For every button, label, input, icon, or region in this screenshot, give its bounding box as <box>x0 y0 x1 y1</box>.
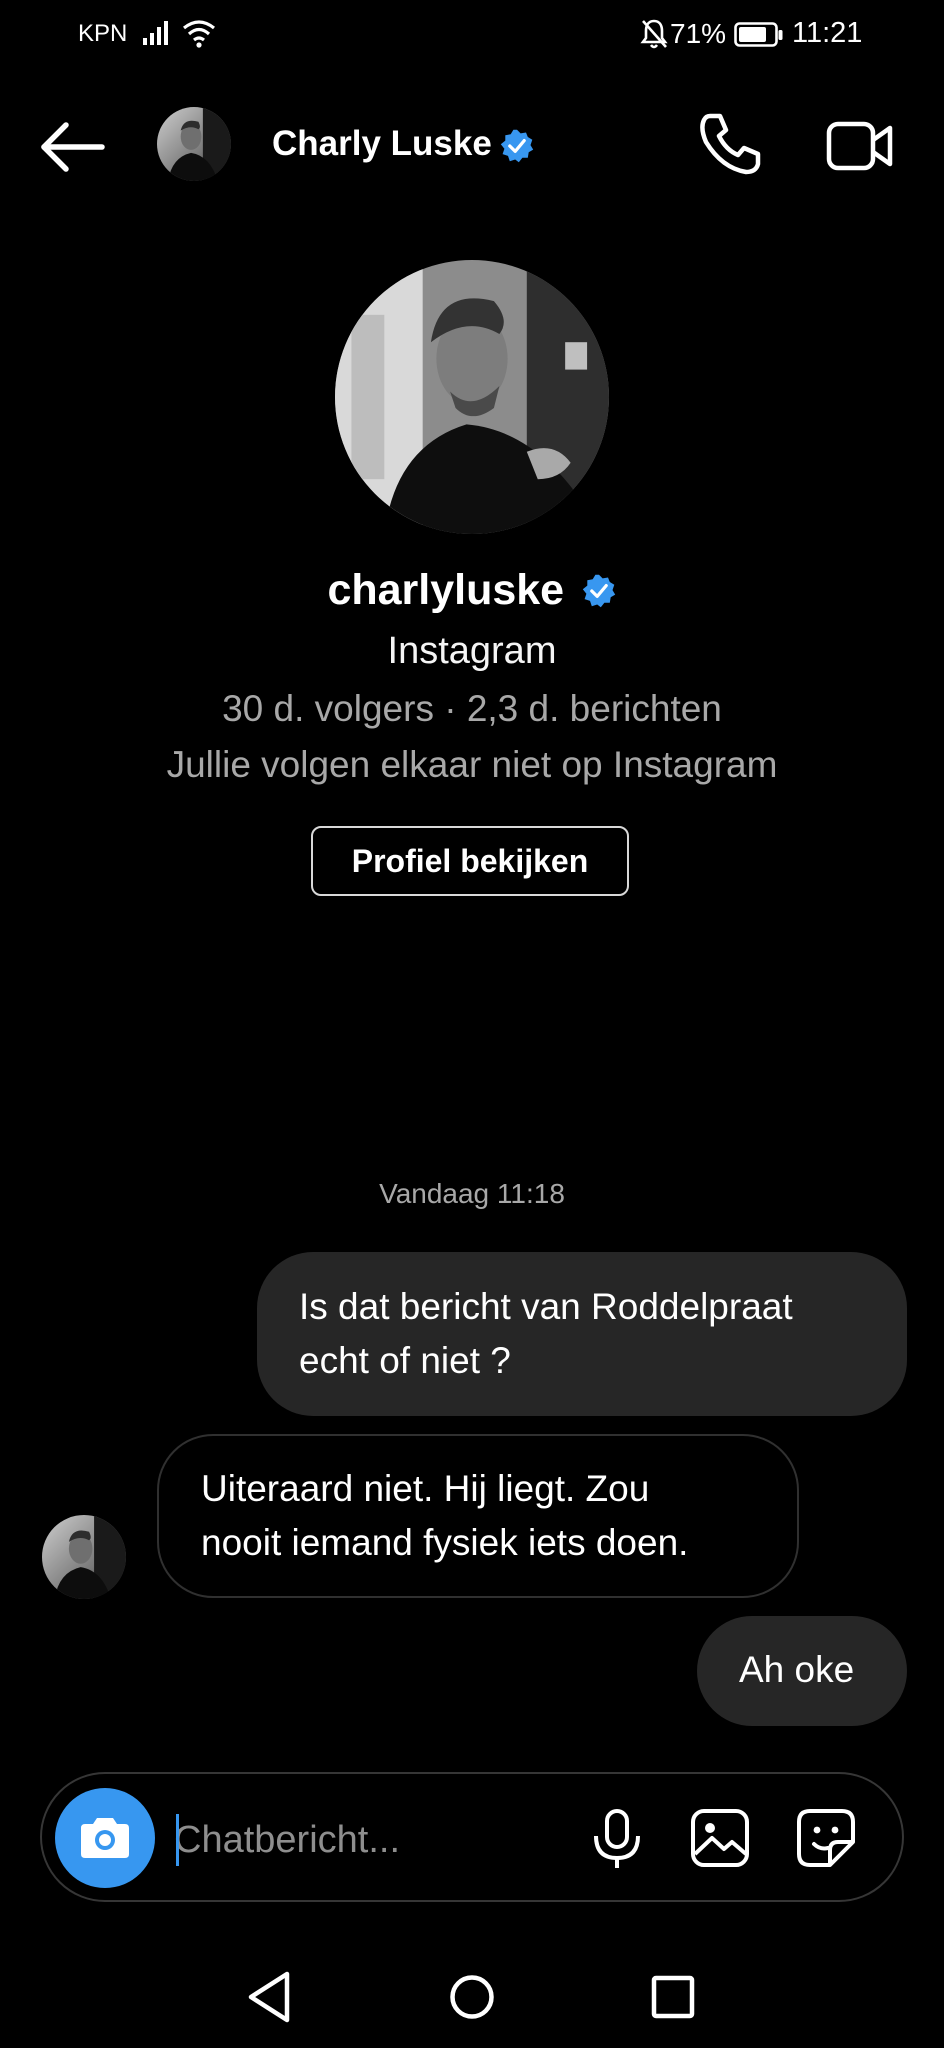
message-timestamp: Vandaag 11:18 <box>379 1178 565 1209</box>
avatar-photo <box>42 1515 126 1599</box>
sender-avatar[interactable] <box>42 1515 126 1599</box>
contact-name[interactable]: Charly Luske <box>272 124 492 164</box>
gallery-button[interactable] <box>690 1808 750 1868</box>
nav-home-icon[interactable] <box>449 1974 495 2020</box>
video-camera-icon <box>826 121 893 171</box>
mute-icon <box>640 19 668 49</box>
message-line: Uiteraard niet. Hij liegt. Zou <box>201 1468 650 1509</box>
profile-stats: 30 d. volgers · 2,3 d. berichten <box>222 688 722 729</box>
profile-username-row: charlyluske <box>0 566 944 615</box>
microphone-icon <box>594 1809 640 1868</box>
sticker-icon <box>797 1809 855 1867</box>
call-button[interactable] <box>696 110 764 178</box>
back-button[interactable] <box>36 116 114 178</box>
received-message-bubble[interactable]: Uiteraard niet. Hij liegt. Zou nooit iem… <box>157 1434 799 1598</box>
message-line: Is dat bericht van Roddelpraat <box>299 1286 793 1327</box>
voice-message-button[interactable] <box>588 1808 646 1870</box>
profile-platform: Instagram <box>387 630 557 672</box>
chat-message-input[interactable] <box>174 1810 574 1870</box>
header-avatar[interactable] <box>157 107 231 181</box>
status-bar: KPN 71% 11:21 <box>0 0 944 72</box>
signal-icon <box>143 21 168 45</box>
message-line: Ah oke <box>739 1649 855 1690</box>
avatar-photo <box>157 107 231 181</box>
phone-icon <box>700 113 761 175</box>
sent-message-bubble[interactable]: Ah oke <box>697 1616 907 1726</box>
wifi-icon <box>183 20 215 48</box>
text-cursor <box>176 1814 179 1866</box>
message-line: nooit iemand fysiek iets doen. <box>201 1522 689 1563</box>
profile-avatar[interactable] <box>335 260 609 534</box>
profile-username: charlyluske <box>327 566 565 614</box>
view-profile-button[interactable]: Profiel bekijken <box>311 826 629 896</box>
camera-icon <box>81 1818 129 1858</box>
profile-photo <box>335 260 609 534</box>
battery-percent: 71% <box>670 18 727 49</box>
camera-button[interactable] <box>55 1788 155 1888</box>
battery-icon <box>734 22 783 47</box>
nav-back-icon[interactable] <box>245 1970 295 2024</box>
gallery-icon <box>691 1809 749 1867</box>
follow-status-note: Jullie volgen elkaar niet op Instagram <box>166 744 778 785</box>
status-time: 11:21 <box>792 17 863 49</box>
nav-recent-icon[interactable] <box>651 1975 695 2019</box>
verified-badge-icon <box>582 574 615 607</box>
sticker-button[interactable] <box>796 1808 856 1868</box>
carrier-label: KPN <box>78 20 128 47</box>
message-line: echt of niet ? <box>299 1340 511 1381</box>
back-arrow-icon <box>41 122 105 172</box>
video-call-button[interactable] <box>826 116 894 176</box>
sent-message-bubble[interactable]: Is dat bericht van Roddelpraat echt of n… <box>257 1252 907 1416</box>
verified-badge-icon <box>500 129 534 163</box>
